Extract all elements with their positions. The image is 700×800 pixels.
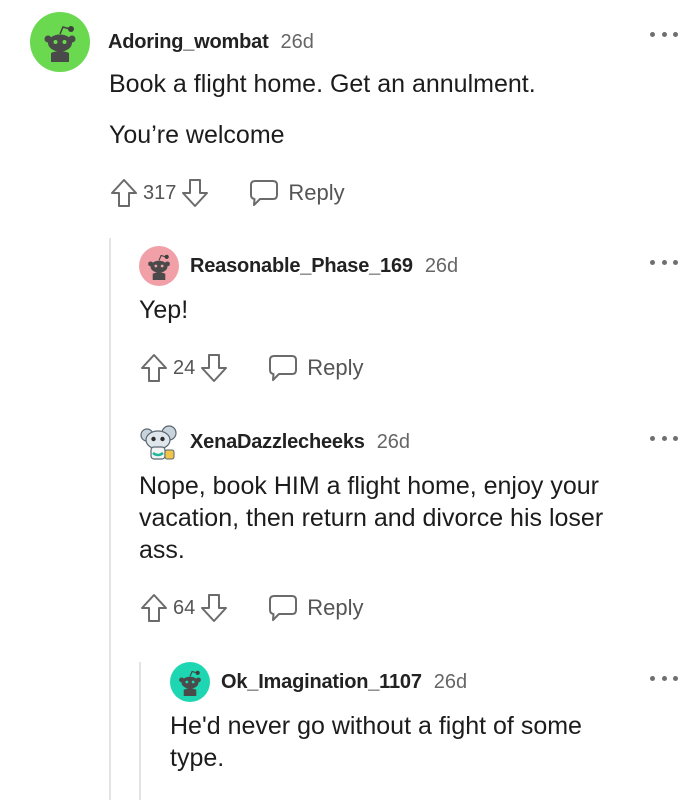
- comment-paragraph: He'd never go without a fight of some ty…: [170, 712, 582, 772]
- comment-header: Ok_Imagination_1107 26d: [170, 662, 700, 702]
- comment-actions: 64 Reply: [139, 588, 700, 628]
- reply-label: Reply: [307, 355, 364, 380]
- downvote-icon[interactable]: [180, 177, 210, 209]
- timestamp[interactable]: 26d: [425, 255, 458, 278]
- vote-count: 64: [173, 596, 196, 619]
- comment-body: Nope, book HIM a flight home, enjoy your…: [139, 470, 649, 566]
- reply-icon: [250, 180, 279, 206]
- vote-count: 317: [143, 181, 177, 204]
- username[interactable]: Reasonable_Phase_169: [190, 255, 413, 278]
- reply-label: Reply: [307, 595, 364, 620]
- username[interactable]: XenaDazzlecheeks: [190, 431, 365, 454]
- reply-button[interactable]: Reply: [248, 178, 345, 208]
- comment-paragraph: Nope, book HIM a flight home, enjoy your…: [139, 472, 604, 564]
- avatar[interactable]: [30, 12, 90, 72]
- comment-paragraph: Yep!: [139, 296, 189, 324]
- comment-actions: 24 Reply: [139, 348, 700, 388]
- thread-line: [109, 238, 111, 800]
- comment: Reasonable_Phase_169 26d Yep! 24 Reply: [139, 246, 700, 388]
- comment: XenaDazzlecheeks 26d Nope, book HIM a fl…: [139, 422, 700, 628]
- vote-controls: 24: [139, 352, 229, 384]
- timestamp[interactable]: 26d: [377, 431, 410, 454]
- comment-header: Reasonable_Phase_169 26d: [139, 246, 700, 286]
- thread-line: [139, 662, 141, 800]
- avatar[interactable]: [139, 422, 179, 462]
- comment-body: Yep!: [139, 294, 700, 326]
- downvote-icon[interactable]: [199, 592, 229, 624]
- vote-controls: 64: [139, 592, 229, 624]
- reply-button[interactable]: Reply: [267, 353, 364, 383]
- comment-body: He'd never go without a fight of some ty…: [170, 710, 640, 774]
- comment-body: Book a flight home. Get an annulment. Yo…: [109, 68, 700, 151]
- comment: Adoring_wombat 26d Book a flight home. G…: [30, 12, 700, 213]
- reply-icon: [269, 355, 298, 381]
- avatar[interactable]: [139, 246, 179, 286]
- more-options-icon[interactable]: [650, 28, 678, 40]
- timestamp[interactable]: 26d: [434, 671, 467, 694]
- more-options-icon[interactable]: [650, 432, 678, 444]
- vote-count: 24: [173, 356, 196, 379]
- username[interactable]: Adoring_wombat: [108, 31, 269, 54]
- snoo-icon: [148, 254, 170, 280]
- avatar[interactable]: [170, 662, 210, 702]
- upvote-icon[interactable]: [139, 592, 169, 624]
- downvote-icon[interactable]: [199, 352, 229, 384]
- reply-label: Reply: [288, 180, 345, 205]
- comment-actions: 317 Reply: [109, 173, 700, 213]
- snoo-icon: [179, 670, 201, 696]
- more-options-icon[interactable]: [650, 672, 678, 684]
- vote-controls: 317: [109, 177, 210, 209]
- comment-paragraph: Book a flight home. Get an annulment.: [109, 70, 536, 98]
- upvote-icon[interactable]: [139, 352, 169, 384]
- comment-paragraph: You’re welcome: [109, 121, 285, 149]
- snoo-icon: [44, 26, 76, 62]
- upvote-icon[interactable]: [109, 177, 139, 209]
- timestamp[interactable]: 26d: [281, 31, 314, 54]
- reply-icon: [269, 595, 298, 621]
- more-options-icon[interactable]: [650, 256, 678, 268]
- reply-button[interactable]: Reply: [267, 593, 364, 623]
- username[interactable]: Ok_Imagination_1107: [221, 671, 422, 694]
- comment-header: Adoring_wombat 26d: [30, 12, 700, 72]
- comment-header: XenaDazzlecheeks 26d: [139, 422, 700, 462]
- comment: Ok_Imagination_1107 26d He'd never go wi…: [170, 662, 700, 774]
- custom-snoo-avatar-icon: [140, 425, 177, 460]
